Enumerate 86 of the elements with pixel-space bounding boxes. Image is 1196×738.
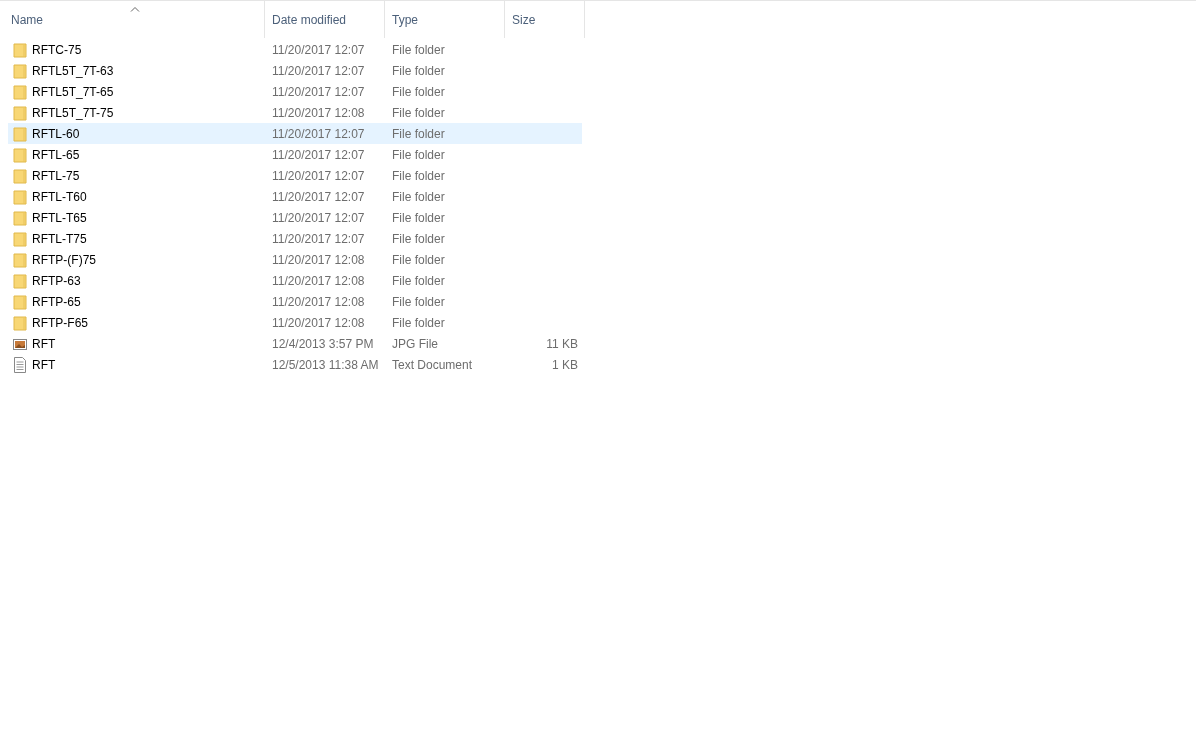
file-size: 1 KB [551,357,579,372]
folder-icon [13,230,27,247]
file-type: File folder [391,168,446,183]
file-name: RFTL-T65 [32,210,87,225]
date-modified: 11/20/2017 12:07 [271,63,366,78]
file-size: 11 KB [545,336,579,351]
date-modified: 11/20/2017 12:07 [271,168,366,183]
folder-icon [13,167,27,184]
file-type: File folder [391,189,446,204]
folder-icon [13,293,27,310]
folder-icon [13,188,27,205]
file-type: Text Document [391,357,474,372]
file-name: RFTL-65 [32,147,80,162]
folder-icon [13,41,27,58]
file-name: RFTP-(F)75 [32,252,96,267]
file-row[interactable]: RFTL5T_7T-75 11/20/2017 12:08 File folder [8,102,582,123]
file-row[interactable]: RFTC-75 11/20/2017 12:07 File folder [8,39,582,60]
file-row[interactable]: RFTL5T_7T-65 11/20/2017 12:07 File folder [8,81,582,102]
file-name: RFTL-T60 [32,189,87,204]
file-row[interactable]: RFT 12/4/2013 3:57 PM JPG File 11 KB [8,333,582,354]
file-row[interactable]: RFTP-F65 11/20/2017 12:08 File folder [8,312,582,333]
column-header[interactable]: Name [0,1,265,38]
file-type: File folder [391,210,446,225]
column-header[interactable]: Type [385,1,505,38]
file-name: RFTP-65 [32,294,81,309]
date-modified: 11/20/2017 12:07 [271,84,366,99]
file-row[interactable]: RFTL-T60 11/20/2017 12:07 File folder [8,186,582,207]
date-modified: 11/20/2017 12:07 [271,231,366,246]
file-row[interactable]: RFTP-(F)75 11/20/2017 12:08 File folder [8,249,582,270]
file-type: File folder [391,84,446,99]
file-row[interactable]: RFTL-60 11/20/2017 12:07 File folder [8,123,582,144]
folder-icon [13,125,27,142]
sort-up-icon [130,6,140,12]
file-name: RFTL5T_7T-75 [32,105,114,120]
file-type: File folder [391,315,446,330]
date-modified: 11/20/2017 12:07 [271,42,366,57]
file-row[interactable]: RFTL-T65 11/20/2017 12:07 File folder [8,207,582,228]
date-modified: 11/20/2017 12:07 [271,189,366,204]
folder-icon [13,272,27,289]
file-name: RFTL-75 [32,168,80,183]
file-type: File folder [391,42,446,57]
file-type: File folder [391,126,446,141]
file-name: RFTL5T_7T-65 [32,84,114,99]
folder-icon [13,83,27,100]
file-row[interactable]: RFTL5T_7T-63 11/20/2017 12:07 File folder [8,60,582,81]
folder-icon [13,314,27,331]
folder-icon [13,62,27,79]
date-modified: 12/5/2013 11:38 AM [271,357,380,372]
text-file-icon [13,356,27,373]
date-modified: 11/20/2017 12:08 [271,315,366,330]
file-name: RFTP-F65 [32,315,88,330]
column-header[interactable]: Size [505,1,585,38]
date-modified: 11/20/2017 12:08 [271,294,366,309]
file-row[interactable]: RFT 12/5/2013 11:38 AM Text Document 1 KB [8,354,582,375]
file-name: RFTL5T_7T-63 [32,63,114,78]
file-name: RFTP-63 [32,273,81,288]
file-name: RFTL-60 [32,126,80,141]
file-type: File folder [391,105,446,120]
folder-icon [13,146,27,163]
column-header[interactable]: Date modified [265,1,385,38]
file-type: JPG File [391,336,439,351]
file-name: RFTL-T75 [32,231,87,246]
folder-icon [13,251,27,268]
file-row[interactable]: RFTL-T75 11/20/2017 12:07 File folder [8,228,582,249]
file-type: File folder [391,231,446,246]
file-row[interactable]: RFTP-65 11/20/2017 12:08 File folder [8,291,582,312]
file-row[interactable]: RFTL-75 11/20/2017 12:07 File folder [8,165,582,186]
file-name: RFT [32,336,56,351]
date-modified: 11/20/2017 12:08 [271,273,366,288]
file-name: RFT [32,357,56,372]
date-modified: 11/20/2017 12:07 [271,147,366,162]
file-name: RFTC-75 [32,42,82,57]
date-modified: 11/20/2017 12:08 [271,252,366,267]
file-type: File folder [391,63,446,78]
date-modified: 11/20/2017 12:07 [271,210,366,225]
file-type: File folder [391,252,446,267]
date-modified: 11/20/2017 12:07 [271,126,366,141]
file-type: File folder [391,294,446,309]
file-type: File folder [391,273,446,288]
file-type: File folder [391,147,446,162]
file-row[interactable]: RFTP-63 11/20/2017 12:08 File folder [8,270,582,291]
folder-icon [13,209,27,226]
date-modified: 11/20/2017 12:08 [271,105,366,120]
file-row[interactable]: RFTL-65 11/20/2017 12:07 File folder [8,144,582,165]
folder-icon [13,104,27,121]
date-modified: 12/4/2013 3:57 PM [271,336,375,351]
